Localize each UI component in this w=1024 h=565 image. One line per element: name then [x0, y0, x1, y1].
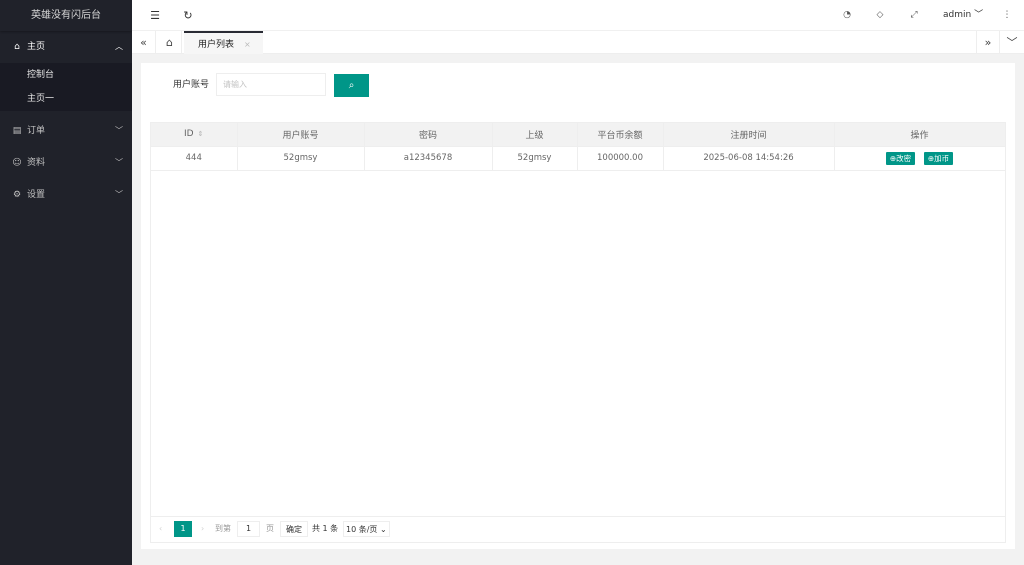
pagination: ‹ 1 › 到第 页 确定 共 1 条 10 条/页 ⌄: [151, 516, 1005, 542]
sidebar-item-console[interactable]: 控制台: [0, 63, 132, 87]
next-page-icon[interactable]: ›: [201, 521, 204, 537]
sidebar-item-home[interactable]: ⌂ 主页 ︿: [0, 31, 132, 63]
chevron-down-icon: ﹀: [115, 190, 123, 199]
user-table: ID ⇕ 用户账号 密码 上级 平台币余额 注册时间 操作 444 52gmsy …: [150, 122, 1006, 543]
app-logo: 英雄没有闪后台: [0, 0, 132, 31]
chevron-down-icon: ⌄: [379, 525, 387, 534]
close-icon[interactable]: ×: [244, 40, 251, 49]
more-icon[interactable]: ⋮: [996, 0, 1018, 31]
column-header-registered: 注册时间: [663, 123, 835, 147]
sidebar-item-home-one[interactable]: 主页一: [0, 87, 132, 111]
search-icon: ⌕: [348, 80, 355, 91]
goto-confirm-button[interactable]: 确定: [280, 521, 308, 537]
sort-icon[interactable]: ⇕: [198, 130, 204, 138]
cell-registered: 2025-06-08 14:54:26: [663, 146, 835, 171]
page-size-select[interactable]: 10 条/页 ⌄: [343, 521, 390, 537]
sidebar-item-label: 资料: [27, 158, 46, 168]
home-icon: ⌂: [14, 42, 20, 52]
content-card: 用户账号 ⌕ ID⇕ 用户账号 密码 上级 平台币余额 注册时间 操作: [141, 63, 1015, 549]
chevron-up-icon: ︿: [115, 42, 123, 51]
column-header-parent: 上级: [492, 123, 578, 147]
column-header-id[interactable]: ID ⇕: [151, 123, 238, 147]
change-password-button[interactable]: ⊕改密: [885, 151, 916, 165]
chevron-down-icon: ﹀: [115, 158, 123, 167]
sidebar-item-label: 订单: [27, 126, 46, 136]
column-header-password: 密码: [364, 123, 493, 147]
gear-icon: ⚙: [12, 190, 22, 200]
cell-account: 52gmsy: [237, 146, 365, 171]
goto-label: 到第: [215, 524, 231, 533]
sidebar-item-label: 设置: [27, 190, 46, 200]
refresh-icon[interactable]: ↻: [177, 0, 199, 31]
cell-actions: ⊕改密 ⊕加币: [834, 146, 1006, 171]
sidebar: 英雄没有闪后台 ⌂ 主页 ︿ 控制台 主页一 ▤ 订单 ﹀ ☺ 资料 ﹀ ⚙ 设置 ﹀: [0, 0, 132, 565]
menu-toggle-icon[interactable]: ☰: [144, 0, 166, 31]
table-header-row: ID ⇕ 用户账号 密码 上级 平台币余额 注册时间 操作: [151, 123, 1006, 147]
tabs-menu-chevron-icon[interactable]: ﹀: [1000, 31, 1024, 54]
cell-balance: 100000.00: [577, 146, 664, 171]
user-icon: ☺: [12, 158, 22, 168]
tab-label: 用户列表: [198, 40, 235, 50]
cell-parent: 52gmsy: [492, 146, 578, 171]
tag-icon[interactable]: ◇: [869, 0, 891, 31]
filter-label: 用户账号: [173, 80, 210, 90]
add-coins-button[interactable]: ⊕加币: [923, 151, 954, 165]
column-header-account: 用户账号: [237, 123, 365, 147]
sidebar-item-settings[interactable]: ⚙ 设置 ﹀: [0, 179, 132, 211]
sidebar-item-label: 主页: [27, 42, 46, 52]
column-header-balance: 平台币余额: [577, 123, 664, 147]
column-header-actions: 操作: [834, 123, 1006, 147]
chevron-down-icon: ﹀: [974, 10, 984, 20]
theme-icon[interactable]: ◔: [836, 0, 858, 31]
cell-id: 444: [151, 146, 238, 171]
page-number-current[interactable]: 1: [174, 521, 192, 537]
prev-page-icon[interactable]: ‹: [159, 521, 162, 537]
table-row: 444 52gmsy a12345678 52gmsy 100000.00 20…: [151, 146, 1006, 171]
goto-page-input[interactable]: [237, 521, 260, 537]
page-unit-label: 页: [266, 524, 274, 533]
tabs-scroll-left-icon[interactable]: «: [132, 31, 156, 54]
clipboard-icon: ▤: [12, 126, 22, 136]
home-tab-icon[interactable]: ⌂: [158, 31, 182, 54]
fullscreen-icon[interactable]: ⤢: [903, 0, 925, 31]
tabs-scroll-right-icon[interactable]: »: [976, 31, 1000, 54]
sidebar-item-orders[interactable]: ▤ 订单 ﹀: [0, 115, 132, 147]
account-search-input[interactable]: [216, 73, 326, 96]
home-submenu: 控制台 主页一: [0, 63, 132, 111]
tab-user-list[interactable]: 用户列表 ×: [184, 31, 263, 54]
search-button[interactable]: ⌕: [334, 74, 369, 97]
cell-password: a12345678: [364, 146, 493, 171]
user-menu[interactable]: admin ﹀: [943, 0, 983, 31]
top-header: ☰ ↻ ◔ ◇ ⤢ admin ﹀ ⋮: [132, 0, 1024, 31]
username: admin: [943, 10, 972, 20]
total-count: 共 1 条: [312, 524, 339, 533]
sidebar-item-profile[interactable]: ☺ 资料 ﹀: [0, 147, 132, 179]
chevron-down-icon: ﹀: [115, 126, 123, 135]
tab-bar: « ⌂ 用户列表 × » ﹀: [132, 31, 1024, 54]
